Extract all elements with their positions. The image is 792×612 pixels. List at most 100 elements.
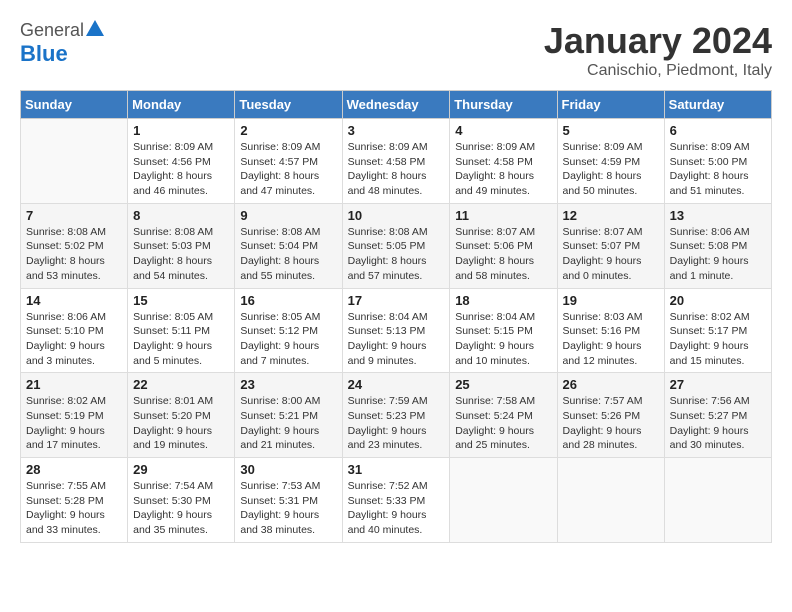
calendar-cell — [664, 458, 771, 543]
day-number: 25 — [455, 377, 551, 392]
header-row: SundayMondayTuesdayWednesdayThursdayFrid… — [21, 91, 772, 119]
logo-general-text: General — [20, 20, 84, 41]
calendar-cell — [21, 119, 128, 204]
day-header-thursday: Thursday — [450, 91, 557, 119]
calendar-cell: 21Sunrise: 8:02 AMSunset: 5:19 PMDayligh… — [21, 373, 128, 458]
calendar-cell: 18 Sunrise: 8:04 AMSunset: 5:15 PMDayligh… — [450, 288, 557, 373]
month-title: January 2024 — [544, 20, 772, 62]
week-row-2: 7Sunrise: 8:08 AMSunset: 5:02 PMDaylight… — [21, 203, 772, 288]
day-number: 4 — [455, 123, 551, 138]
day-number: 12 — [563, 208, 659, 223]
location-subtitle: Canischio, Piedmont, Italy — [544, 62, 772, 80]
day-number: 31 — [348, 462, 445, 477]
calendar-cell: 2 Sunrise: 8:09 AMSunset: 4:57 PMDaylight… — [235, 119, 342, 204]
logo-icon — [84, 18, 106, 40]
day-info: Sunrise: 7:53 AMSunset: 5:31 PMDaylight:… — [240, 479, 336, 538]
day-info: Sunrise: 8:09 AMSunset: 4:57 PMDaylight:… — [240, 140, 336, 199]
title-area: January 2024 Canischio, Piedmont, Italy — [544, 20, 772, 80]
day-info: Sunrise: 8:08 AMSunset: 5:04 PMDaylight:… — [240, 225, 336, 284]
day-header-monday: Monday — [128, 91, 235, 119]
day-number: 10 — [348, 208, 445, 223]
day-number: 11 — [455, 208, 551, 223]
calendar-cell: 15 Sunrise: 8:05 AMSunset: 5:11 PMDayligh… — [128, 288, 235, 373]
day-number: 9 — [240, 208, 336, 223]
calendar-cell: 24 Sunrise: 7:59 AMSunset: 5:23 PMDayligh… — [342, 373, 450, 458]
day-number: 6 — [670, 123, 766, 138]
calendar-cell: 26 Sunrise: 7:57 AMSunset: 5:26 PMDayligh… — [557, 373, 664, 458]
day-number: 19 — [563, 293, 659, 308]
day-number: 27 — [670, 377, 766, 392]
logo: General Blue — [20, 20, 106, 67]
day-number: 7 — [26, 208, 122, 223]
day-info: Sunrise: 7:59 AMSunset: 5:23 PMDaylight:… — [348, 394, 445, 453]
calendar-cell: 11 Sunrise: 8:07 AMSunset: 5:06 PMDayligh… — [450, 203, 557, 288]
day-number: 18 — [455, 293, 551, 308]
day-info: Sunrise: 8:05 AMSunset: 5:11 PMDaylight:… — [133, 310, 229, 369]
day-number: 30 — [240, 462, 336, 477]
day-info: Sunrise: 8:06 AMSunset: 5:10 PMDaylight:… — [26, 310, 122, 369]
calendar-cell: 1Sunrise: 8:09 AMSunset: 4:56 PMDaylight… — [128, 119, 235, 204]
day-info: Sunrise: 8:09 AMSunset: 5:00 PMDaylight:… — [670, 140, 766, 199]
day-info: Sunrise: 8:02 AMSunset: 5:17 PMDaylight:… — [670, 310, 766, 369]
week-row-4: 21Sunrise: 8:02 AMSunset: 5:19 PMDayligh… — [21, 373, 772, 458]
calendar-table: SundayMondayTuesdayWednesdayThursdayFrid… — [20, 90, 772, 543]
day-number: 16 — [240, 293, 336, 308]
day-number: 13 — [670, 208, 766, 223]
day-number: 26 — [563, 377, 659, 392]
day-info: Sunrise: 8:01 AMSunset: 5:20 PMDaylight:… — [133, 394, 229, 453]
day-info: Sunrise: 8:00 AMSunset: 5:21 PMDaylight:… — [240, 394, 336, 453]
day-number: 24 — [348, 377, 445, 392]
week-row-1: 1Sunrise: 8:09 AMSunset: 4:56 PMDaylight… — [21, 119, 772, 204]
day-info: Sunrise: 8:07 AMSunset: 5:06 PMDaylight:… — [455, 225, 551, 284]
calendar-cell: 20 Sunrise: 8:02 AMSunset: 5:17 PMDayligh… — [664, 288, 771, 373]
calendar-cell: 17Sunrise: 8:04 AMSunset: 5:13 PMDayligh… — [342, 288, 450, 373]
day-number: 5 — [563, 123, 659, 138]
calendar-cell — [450, 458, 557, 543]
calendar-cell: 27 Sunrise: 7:56 AMSunset: 5:27 PMDayligh… — [664, 373, 771, 458]
day-info: Sunrise: 8:09 AMSunset: 4:58 PMDaylight:… — [348, 140, 445, 199]
day-number: 3 — [348, 123, 445, 138]
calendar-cell: 5 Sunrise: 8:09 AMSunset: 4:59 PMDaylight… — [557, 119, 664, 204]
day-info: Sunrise: 8:09 AMSunset: 4:59 PMDaylight:… — [563, 140, 659, 199]
calendar-cell: 25 Sunrise: 7:58 AMSunset: 5:24 PMDayligh… — [450, 373, 557, 458]
calendar-cell: 12Sunrise: 8:07 AMSunset: 5:07 PMDayligh… — [557, 203, 664, 288]
day-header-sunday: Sunday — [21, 91, 128, 119]
day-info: Sunrise: 7:57 AMSunset: 5:26 PMDaylight:… — [563, 394, 659, 453]
day-number: 22 — [133, 377, 229, 392]
day-info: Sunrise: 8:08 AMSunset: 5:03 PMDaylight:… — [133, 225, 229, 284]
calendar-cell: 22 Sunrise: 8:01 AMSunset: 5:20 PMDayligh… — [128, 373, 235, 458]
calendar-cell: 19 Sunrise: 8:03 AMSunset: 5:16 PMDayligh… — [557, 288, 664, 373]
day-number: 20 — [670, 293, 766, 308]
day-number: 15 — [133, 293, 229, 308]
calendar-cell: 7Sunrise: 8:08 AMSunset: 5:02 PMDaylight… — [21, 203, 128, 288]
calendar-cell: 10 Sunrise: 8:08 AMSunset: 5:05 PMDayligh… — [342, 203, 450, 288]
day-info: Sunrise: 8:08 AMSunset: 5:05 PMDaylight:… — [348, 225, 445, 284]
day-info: Sunrise: 8:05 AMSunset: 5:12 PMDaylight:… — [240, 310, 336, 369]
day-number: 23 — [240, 377, 336, 392]
day-info: Sunrise: 7:56 AMSunset: 5:27 PMDaylight:… — [670, 394, 766, 453]
day-number: 29 — [133, 462, 229, 477]
day-info: Sunrise: 8:03 AMSunset: 5:16 PMDaylight:… — [563, 310, 659, 369]
calendar-cell: 8 Sunrise: 8:08 AMSunset: 5:03 PMDaylight… — [128, 203, 235, 288]
day-number: 8 — [133, 208, 229, 223]
calendar-cell: 31 Sunrise: 7:52 AMSunset: 5:33 PMDayligh… — [342, 458, 450, 543]
day-info: Sunrise: 7:58 AMSunset: 5:24 PMDaylight:… — [455, 394, 551, 453]
day-number: 14 — [26, 293, 122, 308]
day-info: Sunrise: 8:02 AMSunset: 5:19 PMDaylight:… — [26, 394, 122, 453]
day-header-friday: Friday — [557, 91, 664, 119]
day-header-saturday: Saturday — [664, 91, 771, 119]
day-number: 2 — [240, 123, 336, 138]
logo-blue-text: Blue — [20, 41, 68, 66]
calendar-cell: 14 Sunrise: 8:06 AMSunset: 5:10 PMDayligh… — [21, 288, 128, 373]
day-header-tuesday: Tuesday — [235, 91, 342, 119]
calendar-cell: 30 Sunrise: 7:53 AMSunset: 5:31 PMDayligh… — [235, 458, 342, 543]
calendar-cell: 23 Sunrise: 8:00 AMSunset: 5:21 PMDayligh… — [235, 373, 342, 458]
week-row-5: 28Sunrise: 7:55 AMSunset: 5:28 PMDayligh… — [21, 458, 772, 543]
day-number: 17 — [348, 293, 445, 308]
calendar-cell: 4Sunrise: 8:09 AMSunset: 4:58 PMDaylight… — [450, 119, 557, 204]
calendar-cell: 29Sunrise: 7:54 AMSunset: 5:30 PMDayligh… — [128, 458, 235, 543]
day-info: Sunrise: 8:09 AMSunset: 4:56 PMDaylight:… — [133, 140, 229, 199]
day-info: Sunrise: 8:04 AMSunset: 5:15 PMDaylight:… — [455, 310, 551, 369]
calendar-cell: 3 Sunrise: 8:09 AMSunset: 4:58 PMDaylight… — [342, 119, 450, 204]
day-info: Sunrise: 7:52 AMSunset: 5:33 PMDaylight:… — [348, 479, 445, 538]
